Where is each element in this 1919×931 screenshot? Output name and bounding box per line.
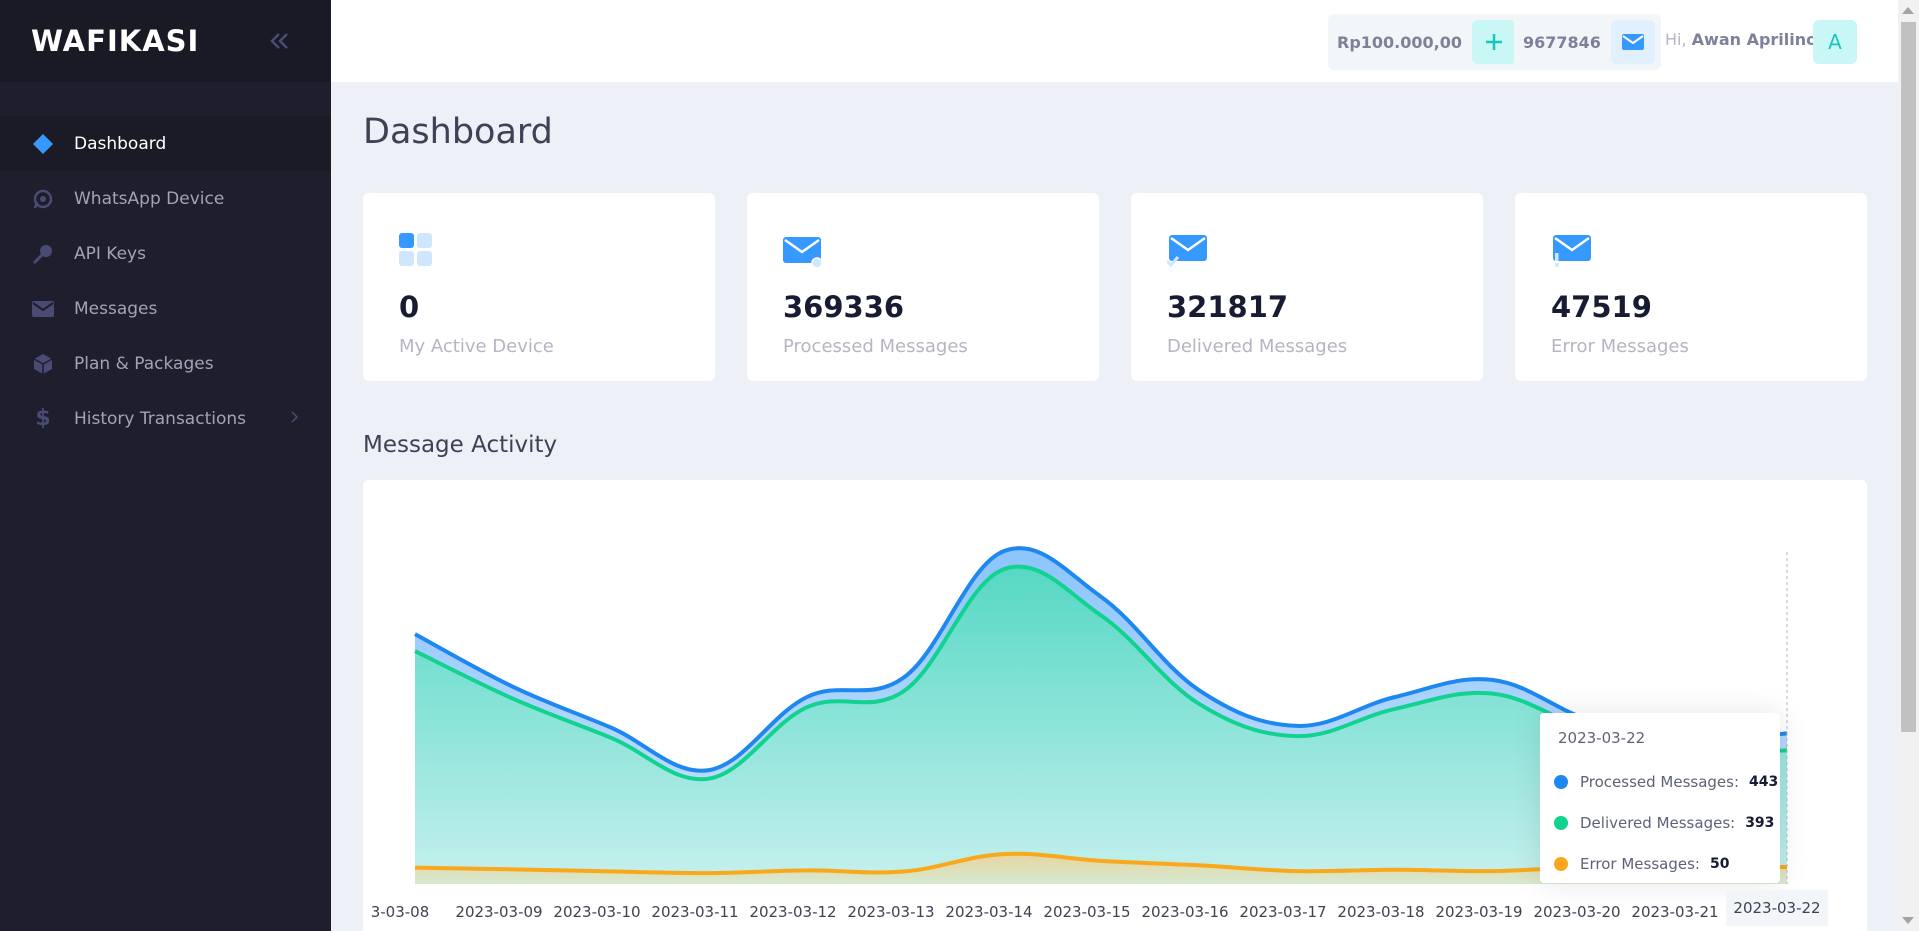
sidebar-item-api-keys[interactable]: API Keys: [0, 226, 331, 281]
plus-icon: [1486, 34, 1502, 50]
stat-value: 369336: [783, 290, 905, 324]
sidebar-item-plan-packages[interactable]: Plan & Packages: [0, 336, 331, 391]
tooltip-series-name: Error Messages:: [1580, 855, 1700, 873]
scroll-up-arrow[interactable]: [1902, 7, 1914, 14]
mail-delivered-icon: [1167, 235, 1207, 268]
balance-value: Rp100.000,00: [1337, 32, 1462, 52]
x-tick-label: 3-03-08: [371, 903, 430, 921]
tooltip-date: 2023-03-22: [1558, 729, 1646, 747]
balance-group: Rp100.000,00: [1328, 14, 1522, 70]
brand-logo[interactable]: WAFIKASI: [31, 24, 199, 58]
stat-label: Error Messages: [1551, 336, 1689, 357]
stat-label: Delivered Messages: [1167, 336, 1348, 357]
page-scrollbar[interactable]: [1898, 0, 1919, 931]
user-name: Awan Aprilino: [1691, 30, 1818, 49]
legend-dot-error: [1554, 857, 1568, 871]
sidebar-item-label: WhatsApp Device: [74, 188, 225, 209]
x-tick-label: 2023-03-16: [1141, 903, 1228, 921]
brand-bar: WAFIKASI: [0, 0, 331, 82]
box-icon: [31, 352, 55, 376]
sidebar-item-label: API Keys: [74, 243, 146, 264]
x-tick-label: 2023-03-19: [1435, 903, 1522, 921]
sidebar-nav: Dashboard WhatsApp Device API Keys Messa…: [0, 116, 331, 446]
sidebar-item-label: History Transactions: [74, 408, 246, 429]
mail-error-icon: [1553, 235, 1591, 267]
x-tick-label: 2023-03-11: [651, 903, 738, 921]
legend-dot-delivered: [1554, 816, 1568, 830]
sidebar-item-dashboard[interactable]: Dashboard: [0, 116, 331, 171]
greeting-text: Hi,: [1665, 30, 1687, 49]
x-tick-label: 2023-03-10: [553, 903, 640, 921]
quota-group: 9677846: [1514, 14, 1661, 70]
messages-button[interactable]: [1610, 20, 1655, 64]
sidebar-item-label: Dashboard: [74, 133, 167, 154]
stat-card-delivered: 321817 Delivered Messages: [1131, 193, 1483, 381]
stat-card-processed: 369336 Processed Messages: [747, 193, 1099, 381]
key-icon: [31, 242, 55, 266]
tooltip-row-delivered: Delivered Messages: 393: [1554, 814, 1774, 832]
sidebar-item-messages[interactable]: Messages: [0, 281, 331, 336]
mail-icon: [31, 297, 55, 321]
top-header: Rp100.000,00 9677846 Hi, Awan Aprilino A: [331, 0, 1898, 82]
sidebar-item-label: Messages: [74, 298, 158, 319]
page-title: Dashboard: [363, 112, 553, 152]
stat-card-active-device: 0 My Active Device: [363, 193, 715, 381]
tooltip-row-processed: Processed Messages: 443: [1554, 773, 1778, 791]
whatsapp-icon: [31, 187, 55, 211]
sidebar-item-history-transactions[interactable]: $ History Transactions: [0, 391, 331, 446]
scroll-down-arrow[interactable]: [1902, 917, 1914, 924]
x-tick-label: 2023-03-12: [749, 903, 836, 921]
tooltip-series-value: 50: [1709, 856, 1730, 872]
tooltip-series-name: Delivered Messages:: [1580, 814, 1736, 832]
x-tick-label: 2023-03-17: [1239, 903, 1326, 921]
sidebar: WAFIKASI Dashboard WhatsApp Device API K…: [0, 0, 331, 931]
stat-card-error: 47519 Error Messages: [1515, 193, 1867, 381]
x-tick-label: 2023-03-18: [1337, 903, 1424, 921]
legend-dot-processed: [1554, 775, 1568, 789]
tooltip-row-error: Error Messages: 50: [1554, 855, 1729, 873]
x-tick-label: 2023-03-20: [1533, 903, 1620, 921]
dollar-icon: $: [35, 406, 51, 431]
chart-tooltip: 2023-03-22 Processed Messages: 443 Deliv…: [1540, 713, 1780, 883]
sidebar-item-whatsapp-device[interactable]: WhatsApp Device: [0, 171, 331, 226]
x-tick-label: 2023-03-09: [455, 903, 542, 921]
stat-label: My Active Device: [399, 336, 554, 357]
tooltip-series-value: 443: [1749, 774, 1779, 790]
stat-value: 47519: [1551, 290, 1652, 324]
section-title: Message Activity: [363, 432, 558, 458]
avatar[interactable]: A: [1813, 20, 1857, 64]
user-greeting[interactable]: Hi, Awan Aprilino: [1665, 30, 1817, 49]
x-tick-label: 2023-03-21: [1631, 903, 1718, 921]
x-tick-label: 2023-03-13: [847, 903, 934, 921]
mail-icon: [1621, 34, 1644, 50]
stat-value: 321817: [1167, 290, 1289, 324]
scroll-thumb[interactable]: [1901, 22, 1916, 732]
x-tick-label: 2023-03-15: [1043, 903, 1130, 921]
stat-label: Processed Messages: [783, 336, 968, 357]
top-up-button[interactable]: [1472, 20, 1516, 64]
quota-value: 9677846: [1523, 32, 1601, 52]
collapse-sidebar-icon[interactable]: [269, 32, 291, 50]
apps-icon: [399, 233, 432, 266]
mail-processed-icon: [783, 237, 823, 269]
tooltip-series-value: 393: [1745, 815, 1775, 831]
x-tick-label: 2023-03-14: [945, 903, 1032, 921]
chevron-right-icon: [291, 410, 299, 427]
x-axis-crosshair-label: 2023-03-22: [1726, 890, 1828, 926]
tooltip-series-name: Processed Messages:: [1580, 773, 1740, 791]
sidebar-item-label: Plan & Packages: [74, 353, 214, 374]
diamond-icon: [31, 132, 55, 156]
stat-value: 0: [399, 290, 420, 324]
